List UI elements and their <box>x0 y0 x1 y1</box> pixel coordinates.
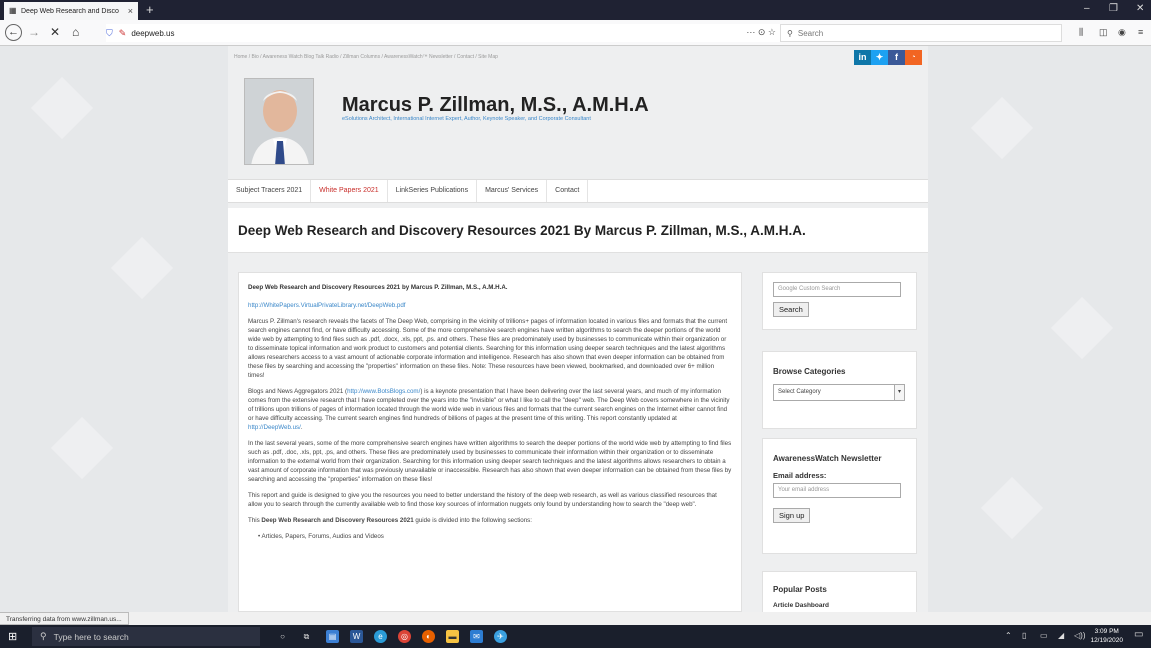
shield-icon[interactable]: ⛉ <box>106 28 113 39</box>
stop-icon[interactable]: ✕ <box>50 26 60 39</box>
category-select[interactable]: Select Category ▾ <box>773 384 905 401</box>
forward-icon[interactable]: → <box>28 26 40 39</box>
file-explorer-icon[interactable]: ▬ <box>446 630 459 643</box>
chrome-icon[interactable]: ◎ <box>398 630 411 643</box>
newsletter-widget: AwarenessWatch Newsletter Email address:… <box>762 438 917 554</box>
windows-taskbar: ⊞ ⚲ Type here to search ○ ⧉ ▤ W e ◎ ◐ ▬ … <box>0 625 1151 648</box>
rss-icon[interactable]: ◔ <box>905 50 922 65</box>
article-paragraph: Blogs and News Aggregators 2021 (http://… <box>248 388 730 431</box>
chevron-down-icon: ▾ <box>894 385 904 400</box>
tab-title: Deep Web Research and Disco <box>21 7 119 15</box>
article-content: Deep Web Research and Discovery Resource… <box>238 272 742 612</box>
page-title-box: Deep Web Research and Discovery Resource… <box>228 208 928 253</box>
notifications-icon[interactable]: ▭ <box>1134 629 1143 640</box>
page-title: Deep Web Research and Discovery Resource… <box>238 223 806 238</box>
site-title[interactable]: Marcus P. Zillman, M.S., A.M.H.A <box>342 94 649 117</box>
browser-tab-bar: ▦ Deep Web Research and Disco × + ‒ ❐ ✕ <box>0 0 1151 20</box>
url-text[interactable]: deepweb.us <box>131 29 174 38</box>
search-icon: ⚲ <box>40 631 47 641</box>
social-links: in ✦ f ◔ <box>854 50 922 65</box>
taskbar-search-placeholder: Type here to search <box>53 631 129 642</box>
taskbar-clock[interactable]: 3:09 PM 12/19/2020 <box>1090 627 1123 645</box>
sign-up-button[interactable]: Sign up <box>773 508 811 523</box>
clock-date: 12/19/2020 <box>1090 637 1123 644</box>
browse-categories-title: Browse Categories <box>773 367 846 376</box>
sidebar-icon[interactable]: ◫ <box>1099 27 1108 38</box>
site-container: Home / Bio / Awareness Watch Blog Talk R… <box>228 46 928 612</box>
app2-icon[interactable]: ✈ <box>494 630 507 643</box>
word-icon[interactable]: W <box>350 630 363 643</box>
category-select-value: Select Category <box>778 389 821 395</box>
back-button[interactable]: ← <box>5 24 22 41</box>
list-item[interactable]: • Articles, Papers, Forums, Audios and V… <box>258 532 732 541</box>
browser-nav-bar: ← → ✕ ⌂ ⛉ ✎ deepweb.us ··· ⊙ ☆ ⚲ Search … <box>0 20 1151 46</box>
site-tagline: eSolutions Architect, International Inte… <box>342 116 591 122</box>
tray-device-icon[interactable]: ▯ <box>1022 631 1026 640</box>
popular-posts-widget: Popular Posts Article Dashboard <box>762 571 917 612</box>
twitter-icon[interactable]: ✦ <box>871 50 888 65</box>
close-window-icon[interactable]: ✕ <box>1136 3 1144 14</box>
firefox-icon[interactable]: ◐ <box>422 630 435 643</box>
menu-icon[interactable]: ≡ <box>1138 27 1143 37</box>
edge-icon[interactable]: e <box>374 630 387 643</box>
taskbar-search-input[interactable]: ⚲ Type here to search <box>32 627 260 646</box>
menu-item-subject-tracers[interactable]: Subject Tracers 2021 <box>228 180 312 202</box>
page-background: Home / Bio / Awareness Watch Blog Talk R… <box>0 46 1151 612</box>
address-bar[interactable]: ⛉ ✎ deepweb.us ··· ⊙ ☆ <box>106 24 782 42</box>
minimize-icon[interactable]: ‒ <box>1084 3 1090 14</box>
article-paragraph: This Deep Web Research and Discovery Res… <box>248 517 532 524</box>
search-placeholder: Search <box>797 28 824 38</box>
article-heading: Deep Web Research and Discovery Resource… <box>248 284 508 291</box>
popular-posts-title: Popular Posts <box>773 585 827 594</box>
linkedin-icon[interactable]: in <box>854 50 871 65</box>
tab-close-icon[interactable]: × <box>128 6 133 16</box>
new-tab-button[interactable]: + <box>146 2 154 17</box>
botsblogs-link[interactable]: http://www.BotsBlogs.com/ <box>347 388 420 395</box>
deepweb-link[interactable]: http://DeepWeb.us/ <box>248 424 301 431</box>
page-actions-icon[interactable]: ··· ⊙ ☆ <box>746 27 776 38</box>
tray-wifi-icon[interactable]: ◢ <box>1058 631 1064 640</box>
pdf-link[interactable]: http://WhitePapers.VirtualPrivateLibrary… <box>248 301 732 310</box>
tray-chevron-icon[interactable]: ⌃ <box>1005 631 1012 640</box>
cortana-icon[interactable]: ○ <box>276 630 289 643</box>
email-field[interactable]: Your email address <box>773 483 901 498</box>
top-nav-links[interactable]: Home / Bio / Awareness Watch Blog Talk R… <box>234 54 498 60</box>
browser-tab[interactable]: ▦ Deep Web Research and Disco × <box>4 2 138 20</box>
mail-icon[interactable]: ✉ <box>470 630 483 643</box>
status-text: Transferring data from www.zillman.us... <box>0 612 129 625</box>
browser-search-input[interactable]: ⚲ Search <box>780 24 1062 42</box>
tray-network-icon[interactable]: ▭ <box>1040 631 1048 640</box>
browser-status-bar: Transferring data from www.zillman.us... <box>0 612 1151 625</box>
windows-start-icon[interactable]: ⊞ <box>8 630 17 643</box>
facebook-icon[interactable]: f <box>888 50 905 65</box>
author-photo <box>244 78 314 165</box>
email-label: Email address: <box>773 471 827 480</box>
article-paragraph: Marcus P. Zillman's research reveals the… <box>248 318 728 379</box>
home-icon[interactable]: ⌂ <box>72 26 79 39</box>
search-widget: Google Custom Search Search <box>762 272 917 330</box>
app-icon[interactable]: ▤ <box>326 630 339 643</box>
menu-item-white-papers[interactable]: White Papers 2021 <box>311 180 388 202</box>
article-paragraph: In the last several years, some of the m… <box>248 440 732 483</box>
clock-time: 3:09 PM <box>1094 628 1119 635</box>
site-favicon-icon: ▦ <box>9 6 17 15</box>
menu-item-linkseries[interactable]: LinkSeries Publications <box>388 180 478 202</box>
custom-search-input[interactable]: Google Custom Search <box>773 282 901 297</box>
newsletter-title: AwarenessWatch Newsletter <box>773 454 882 463</box>
task-view-icon[interactable]: ⧉ <box>300 630 313 643</box>
search-button[interactable]: Search <box>773 302 809 317</box>
tray-volume-icon[interactable]: ◁)) <box>1074 631 1085 640</box>
insecure-lock-icon[interactable]: ✎ <box>119 28 127 39</box>
menu-item-contact[interactable]: Contact <box>547 180 589 202</box>
browse-categories-widget: Browse Categories Select Category ▾ <box>762 351 917 429</box>
account-icon[interactable]: ◉ <box>1118 27 1126 38</box>
main-menu: Subject Tracers 2021 White Papers 2021 L… <box>228 179 928 203</box>
menu-item-services[interactable]: Marcus' Services <box>477 180 548 202</box>
restore-icon[interactable]: ❐ <box>1109 3 1118 14</box>
popular-post-item[interactable]: Article Dashboard <box>773 602 906 609</box>
search-icon: ⚲ <box>787 28 793 38</box>
article-paragraph: This report and guide is designed to giv… <box>248 492 717 508</box>
library-icon[interactable]: ⫼ <box>1079 27 1083 38</box>
